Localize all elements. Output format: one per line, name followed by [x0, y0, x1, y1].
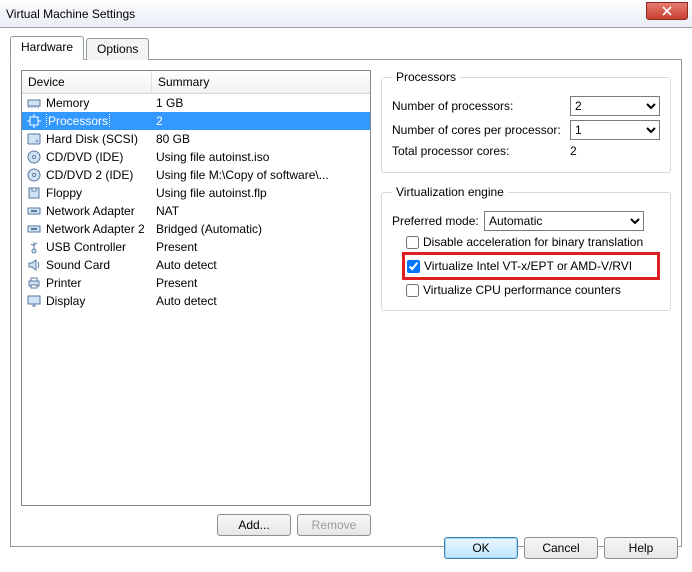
- device-row[interactable]: USB Controller Present: [22, 238, 370, 256]
- device-row[interactable]: Processors 2: [22, 112, 370, 130]
- device-name: CD/DVD 2 (IDE): [46, 168, 133, 182]
- num-processors-select[interactable]: 2: [570, 96, 660, 116]
- ok-button[interactable]: OK: [444, 537, 518, 559]
- device-list-header: Device Summary: [22, 71, 370, 94]
- tab-strip: Hardware Options: [10, 36, 682, 60]
- num-processors-label: Number of processors:: [392, 99, 570, 113]
- device-name: Hard Disk (SCSI): [46, 132, 138, 146]
- cores-per-proc-select[interactable]: 1: [570, 120, 660, 140]
- display-icon: [26, 293, 42, 309]
- device-list: Device Summary Memory 1 GB Processors 2 Hard…: [21, 70, 371, 506]
- virtualize-vt-checkbox[interactable]: [407, 260, 420, 273]
- tab-hardware[interactable]: Hardware: [10, 36, 84, 60]
- device-summary: Using file autoinst.flp: [156, 186, 366, 200]
- device-row[interactable]: Network Adapter NAT: [22, 202, 370, 220]
- processors-group: Processors Number of processors: 2 Numbe…: [381, 70, 671, 173]
- device-name: Display: [46, 294, 85, 308]
- virtualization-group: Virtualization engine Preferred mode: Au…: [381, 185, 671, 311]
- disable-accel-label: Disable acceleration for binary translat…: [423, 235, 643, 249]
- preferred-mode-select[interactable]: Automatic: [484, 211, 644, 231]
- total-cores-label: Total processor cores:: [392, 144, 570, 158]
- close-button[interactable]: [646, 2, 688, 20]
- device-row[interactable]: Printer Present: [22, 274, 370, 292]
- cd-icon: [26, 149, 42, 165]
- device-summary: 1 GB: [156, 96, 366, 110]
- tab-body: Device Summary Memory 1 GB Processors 2 Hard…: [10, 59, 682, 547]
- tab-options[interactable]: Options: [86, 38, 149, 60]
- device-name: Floppy: [46, 186, 82, 200]
- usb-icon: [26, 239, 42, 255]
- perf-counters-label: Virtualize CPU performance counters: [423, 283, 621, 297]
- cpu-icon: [26, 113, 42, 129]
- nic-icon: [26, 203, 42, 219]
- device-summary: 80 GB: [156, 132, 366, 146]
- device-summary: Auto detect: [156, 294, 366, 308]
- device-summary: Present: [156, 276, 366, 290]
- device-name: Network Adapter 2: [46, 222, 145, 236]
- device-row[interactable]: Hard Disk (SCSI) 80 GB: [22, 130, 370, 148]
- sound-icon: [26, 257, 42, 273]
- device-name: Memory: [46, 96, 89, 110]
- device-name: Sound Card: [46, 258, 110, 272]
- device-row[interactable]: Display Auto detect: [22, 292, 370, 310]
- device-row[interactable]: Network Adapter 2 Bridged (Automatic): [22, 220, 370, 238]
- device-summary: Auto detect: [156, 258, 366, 272]
- col-device[interactable]: Device: [22, 71, 152, 93]
- device-summary: Using file M:\Copy of software\...: [156, 168, 366, 182]
- device-summary: Bridged (Automatic): [156, 222, 366, 236]
- help-button[interactable]: Help: [604, 537, 678, 559]
- device-row[interactable]: Floppy Using file autoinst.flp: [22, 184, 370, 202]
- cancel-button[interactable]: Cancel: [524, 537, 598, 559]
- virtualization-legend: Virtualization engine: [392, 185, 508, 199]
- device-summary: 2: [156, 114, 366, 128]
- printer-icon: [26, 275, 42, 291]
- memory-icon: [26, 95, 42, 111]
- device-row[interactable]: Memory 1 GB: [22, 94, 370, 112]
- cd-icon: [26, 167, 42, 183]
- floppy-icon: [26, 185, 42, 201]
- total-cores-value: 2: [570, 144, 660, 158]
- device-name: Network Adapter: [46, 204, 135, 218]
- device-summary: NAT: [156, 204, 366, 218]
- nic-icon: [26, 221, 42, 237]
- perf-counters-checkbox[interactable]: [406, 284, 419, 297]
- virtualize-vt-label: Virtualize Intel VT-x/EPT or AMD-V/RVI: [424, 259, 632, 273]
- device-summary: Using file autoinst.iso: [156, 150, 366, 164]
- disable-accel-checkbox[interactable]: [406, 236, 419, 249]
- hdd-icon: [26, 131, 42, 147]
- close-icon: [662, 6, 672, 16]
- device-row[interactable]: CD/DVD (IDE) Using file autoinst.iso: [22, 148, 370, 166]
- device-row[interactable]: CD/DVD 2 (IDE) Using file M:\Copy of soft…: [22, 166, 370, 184]
- preferred-mode-label: Preferred mode:: [392, 214, 484, 228]
- device-name: CD/DVD (IDE): [46, 150, 123, 164]
- window-title: Virtual Machine Settings: [6, 7, 135, 21]
- remove-button[interactable]: Remove: [297, 514, 371, 536]
- device-name: Printer: [46, 276, 81, 290]
- processors-legend: Processors: [392, 70, 460, 84]
- device-name: USB Controller: [46, 240, 126, 254]
- device-summary: Present: [156, 240, 366, 254]
- cores-per-proc-label: Number of cores per processor:: [392, 123, 570, 137]
- add-button[interactable]: Add...: [217, 514, 291, 536]
- title-bar: Virtual Machine Settings: [0, 0, 692, 28]
- device-name: Processors: [46, 114, 110, 128]
- device-row[interactable]: Sound Card Auto detect: [22, 256, 370, 274]
- col-summary[interactable]: Summary: [152, 71, 370, 93]
